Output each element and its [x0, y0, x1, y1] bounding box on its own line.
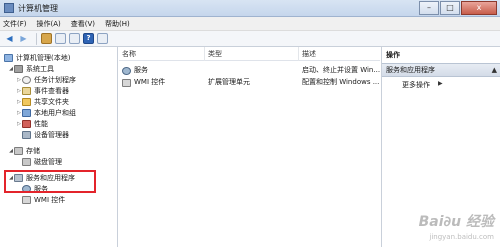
gear-icon [122, 66, 131, 75]
tree-item-label: 计算机管理(本地) [16, 53, 71, 62]
baidu-watermark-url: jingyan.baidu.com [429, 233, 494, 241]
wmi-control-icon [122, 78, 131, 87]
tree-item-label: 本地用户和组 [34, 108, 76, 117]
maximize-button[interactable]: □ [440, 1, 460, 15]
list-item-name: WMI 控件 [134, 78, 166, 86]
tree-item-label: 共享文件夹 [34, 97, 69, 106]
tree-item-performance[interactable]: ▷ 性能 [16, 118, 48, 129]
actions-section-label: 服务和应用程序 [386, 66, 435, 74]
up-folder-icon[interactable] [41, 33, 52, 44]
back-arrow-icon[interactable]: ◀ [4, 33, 15, 44]
list-cell-name: WMI 控件 [122, 77, 205, 88]
tree-item-system-tools[interactable]: ◢ 系统工具 [8, 63, 54, 74]
tree-item-label: WMI 控件 [34, 195, 66, 204]
menu-file[interactable]: 文件(F) [3, 17, 27, 30]
tree-item-label: 存储 [26, 146, 40, 155]
menu-help[interactable]: 帮助(H) [105, 17, 130, 30]
column-header-name[interactable]: 名称 [119, 47, 205, 61]
highlight-box [4, 170, 96, 193]
performance-icon [22, 119, 31, 128]
tree-item-label: 任务计划程序 [34, 75, 76, 84]
list-item-description: 配置和控制 Windows ... [302, 78, 380, 86]
tree-item-label: 磁盘管理 [34, 157, 62, 166]
close-button[interactable]: x [461, 1, 497, 15]
column-header-description[interactable]: 描述 [299, 47, 380, 61]
wmi-control-icon [22, 195, 31, 204]
list-item-description: 启动、终止并设置 Win... [302, 66, 380, 74]
shared-folder-icon [22, 97, 31, 106]
tree-item-shared-folders[interactable]: ▷ 共享文件夹 [16, 96, 69, 107]
tools-icon [14, 64, 23, 73]
submenu-arrow-icon: ▶ [438, 80, 443, 87]
tree-item-label: 设备管理器 [34, 130, 69, 139]
tree-item-device-manager[interactable]: 设备管理器 [16, 129, 69, 140]
window-title: 计算机管理 [18, 4, 58, 13]
column-header-type[interactable]: 类型 [205, 47, 299, 61]
tree-item-wmi[interactable]: WMI 控件 [16, 194, 65, 205]
tree-item-storage[interactable]: ◢ 存储 [8, 145, 40, 156]
clock-icon [22, 75, 31, 84]
tree-item-label: 系统工具 [26, 64, 54, 73]
tree-item-local-users[interactable]: ▷ 本地用户和组 [16, 107, 76, 118]
list-row[interactable]: WMI 控件 扩展管理单元 配置和控制 Windows ... [119, 77, 380, 88]
disk-icon [22, 157, 31, 166]
console-tree: 计算机管理(本地) ◢ 系统工具 ▷ 任务计划程序 ▷ 事件查看器 ▷ 共享文件… [0, 47, 118, 247]
baidu-watermark: Bai∂u 经验 [418, 214, 494, 230]
more-actions-label: 更多操作 [402, 81, 430, 89]
help-icon[interactable]: ? [83, 33, 94, 44]
list-cell-name: 服务 [122, 65, 205, 76]
tree-item-disk-management[interactable]: 磁盘管理 [16, 156, 62, 167]
collapse-up-icon[interactable]: ▲ [492, 64, 497, 76]
actions-section-header[interactable]: 服务和应用程序 ▲ [382, 63, 500, 77]
list-item-type: 扩展管理单元 [208, 78, 250, 86]
tree-item-event-viewer[interactable]: ▷ 事件查看器 [16, 85, 69, 96]
storage-icon [14, 146, 23, 155]
list-row[interactable]: 服务 启动、终止并设置 Win... [119, 65, 380, 76]
computer-icon [4, 53, 13, 62]
tree-item-root[interactable]: 计算机管理(本地) [4, 52, 70, 63]
menu-view[interactable]: 查看(V) [71, 17, 95, 30]
title-bar: 计算机管理 – □ x [0, 0, 500, 17]
properties-icon[interactable] [69, 33, 80, 44]
toolbar-separator [36, 32, 37, 45]
event-log-icon [22, 86, 31, 95]
tree-item-label: 性能 [34, 119, 48, 128]
list-pane: 名称 类型 描述 服务 启动、终止并设置 Win... WMI 控件 扩展管理单… [119, 47, 380, 247]
more-actions-link[interactable]: 更多操作 ▶ [402, 80, 443, 90]
list-item-name: 服务 [134, 66, 148, 74]
column-headers: 名称 类型 描述 [119, 47, 380, 61]
tree-item-label: 事件查看器 [34, 86, 69, 95]
actions-header: 操作 [386, 51, 400, 59]
device-manager-icon [22, 130, 31, 139]
forward-arrow-icon[interactable]: ▶ [18, 33, 29, 44]
tree-item-task-scheduler[interactable]: ▷ 任务计划程序 [16, 74, 76, 85]
minimize-button[interactable]: – [419, 1, 439, 15]
computer-management-icon [4, 3, 14, 13]
menu-bar: 文件(F) 操作(A) 查看(V) 帮助(H) [0, 17, 500, 31]
users-icon [22, 108, 31, 117]
window-controls: – □ x [418, 1, 497, 15]
show-action-pane-icon[interactable] [97, 33, 108, 44]
show-hide-tree-icon[interactable] [55, 33, 66, 44]
toolbar: ◀ ▶ ? [0, 31, 500, 47]
menu-action[interactable]: 操作(A) [37, 17, 61, 30]
